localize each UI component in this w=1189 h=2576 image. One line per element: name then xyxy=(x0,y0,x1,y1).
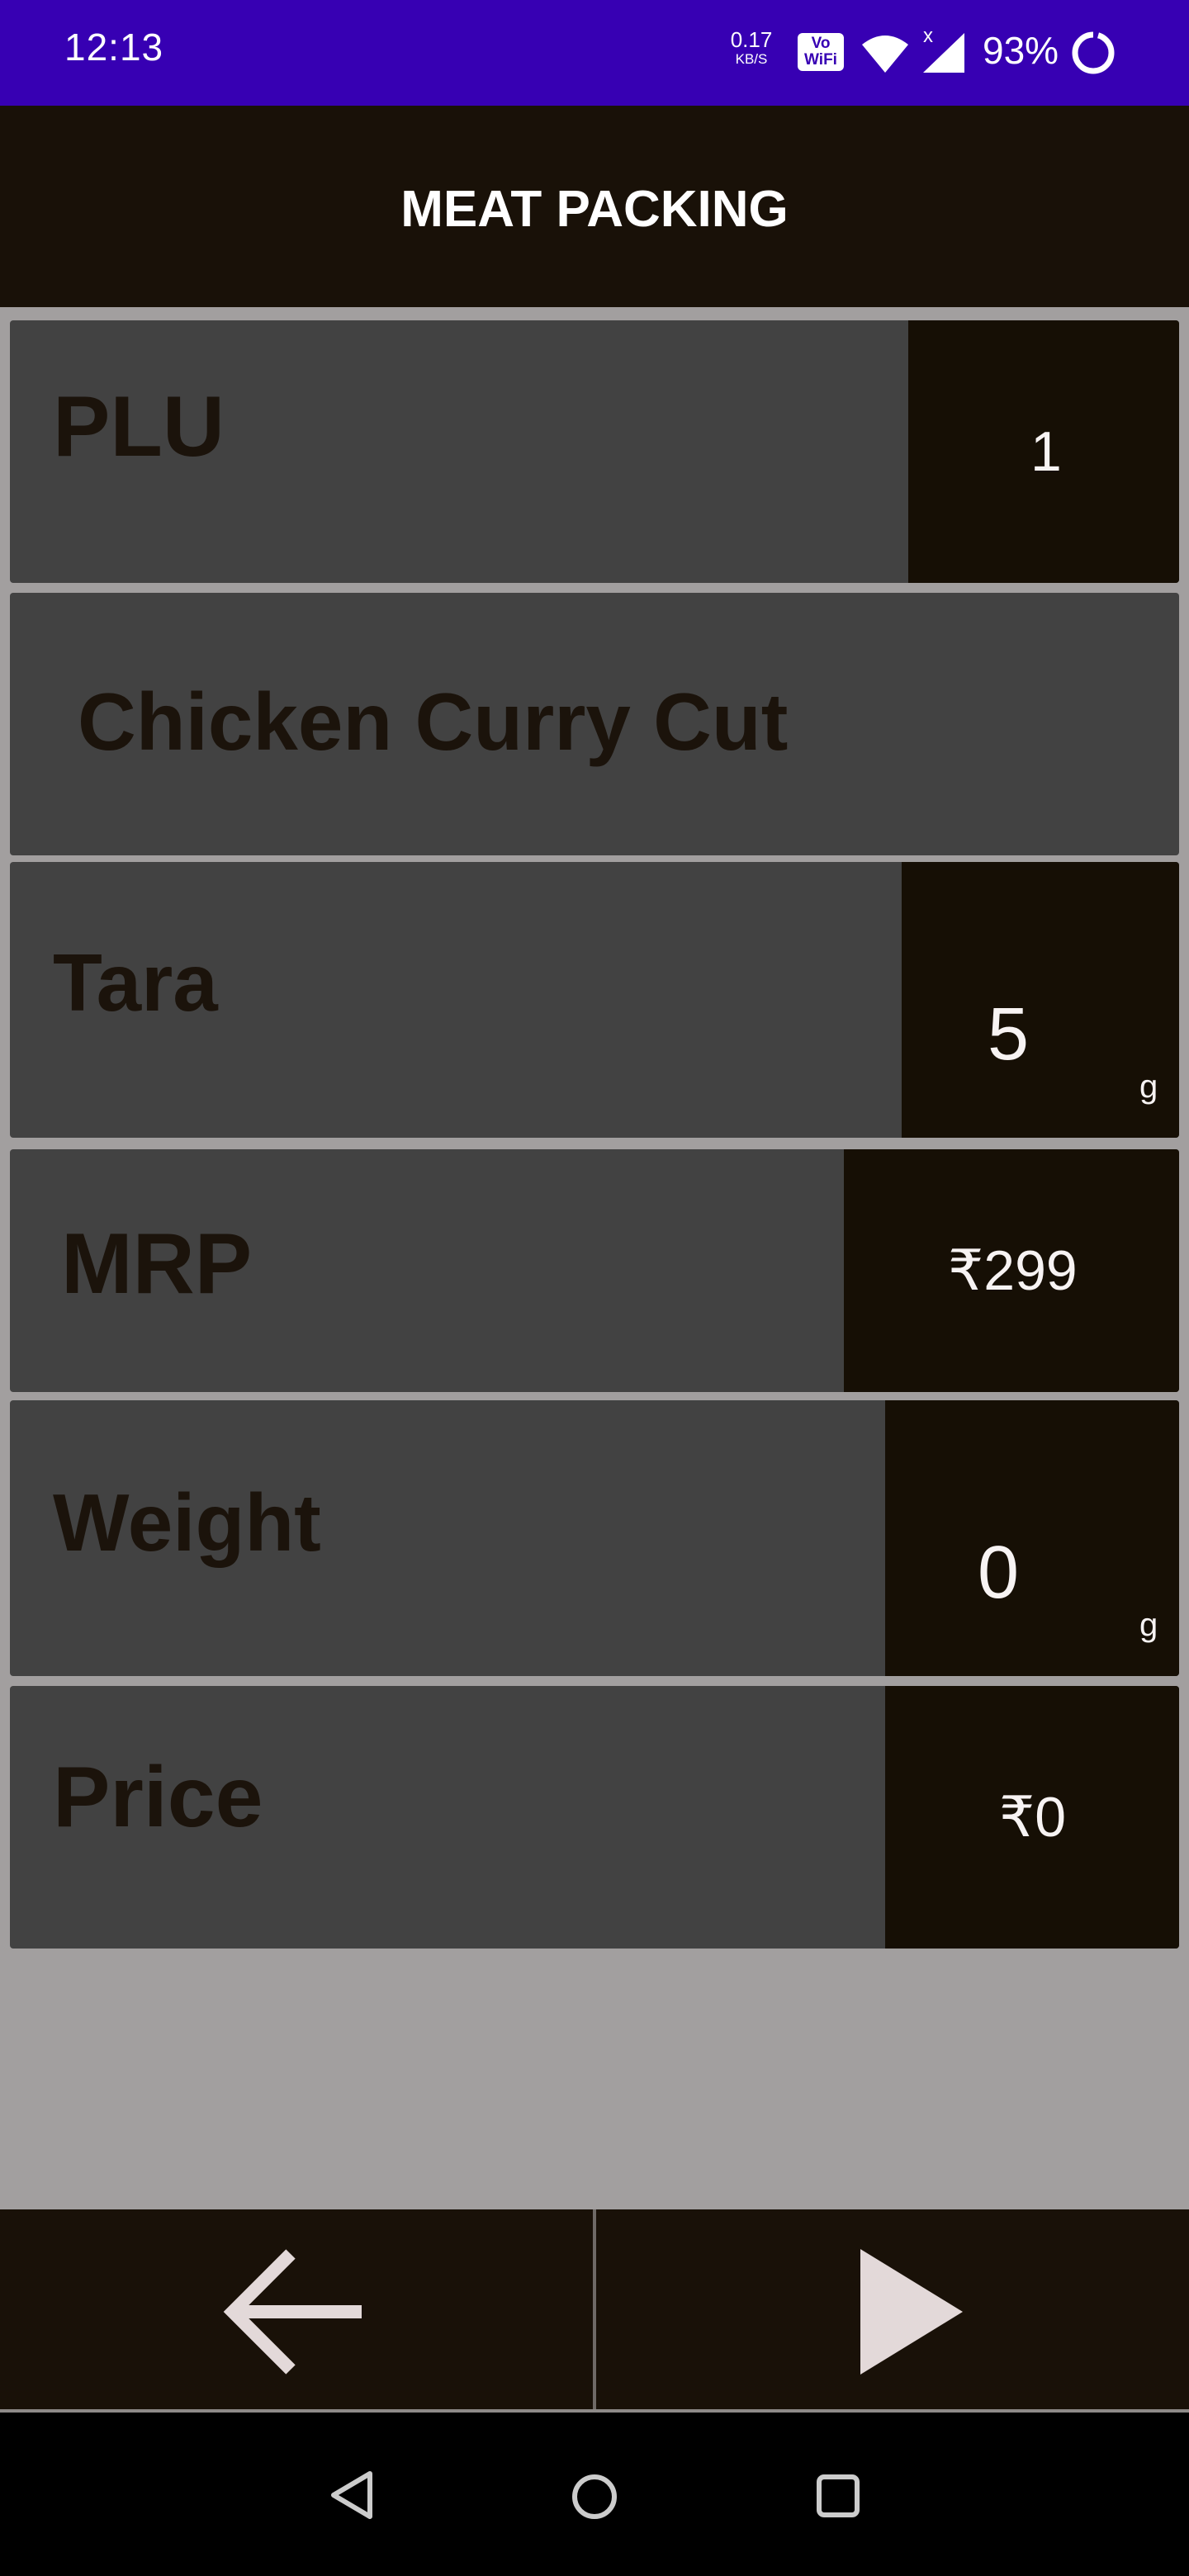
triangle-back-icon[interactable] xyxy=(327,2469,377,2522)
price-label: Price xyxy=(53,1750,263,1845)
back-button[interactable] xyxy=(0,2209,593,2411)
arrow-left-icon xyxy=(223,2249,362,2375)
price-value-box[interactable]: ₹0 xyxy=(885,1686,1179,1949)
status-bar: 12:13 0.17 KB/S Vo WiFi x 93% xyxy=(0,0,1189,106)
weight-label: Weight xyxy=(53,1477,321,1568)
battery-percent: 93% xyxy=(983,29,1059,72)
system-nav-bar xyxy=(0,2413,1189,2576)
mrp-value: ₹299 xyxy=(948,1239,1078,1302)
wifi-icon xyxy=(862,36,908,73)
signal-icon xyxy=(923,33,964,73)
play-icon xyxy=(860,2249,963,2375)
app-bar: MEAT PACKING xyxy=(0,106,1189,307)
circle-home-icon[interactable] xyxy=(570,2472,619,2522)
plu-row[interactable]: PLU 1 xyxy=(10,320,1179,583)
square-recents-icon[interactable] xyxy=(814,2472,864,2522)
tara-value-box[interactable]: 5 g xyxy=(902,862,1179,1138)
product-name-row[interactable]: Chicken Curry Cut xyxy=(10,593,1179,855)
page-title: MEAT PACKING xyxy=(400,181,789,238)
tara-unit: g xyxy=(1139,1068,1158,1105)
weight-value: 0 xyxy=(978,1532,1020,1614)
plu-label: PLU xyxy=(53,379,225,475)
weight-row[interactable]: Weight 0 g xyxy=(10,1400,1179,1676)
vowifi-icon: Vo WiFi xyxy=(798,33,844,71)
tara-label: Tara xyxy=(53,937,218,1028)
plu-value: 1 xyxy=(1030,420,1062,483)
net-speed: 0.17 KB/S xyxy=(725,27,778,69)
mrp-row[interactable]: MRP ₹299 xyxy=(10,1149,1179,1392)
weight-unit: g xyxy=(1139,1607,1158,1643)
tara-row[interactable]: Tara 5 g xyxy=(10,862,1179,1138)
tara-value: 5 xyxy=(988,993,1030,1076)
price-row[interactable]: Price ₹0 xyxy=(10,1686,1179,1949)
mrp-label: MRP xyxy=(61,1216,253,1312)
bottom-action-bar xyxy=(0,2209,1189,2411)
battery-icon xyxy=(1072,31,1115,74)
net-speed-value: 0.17 xyxy=(730,27,773,52)
status-time: 12:13 xyxy=(64,26,164,69)
net-speed-unit: KB/S xyxy=(735,51,768,67)
plu-value-box[interactable]: 1 xyxy=(908,320,1179,583)
price-value: ₹0 xyxy=(999,1786,1067,1849)
next-button[interactable] xyxy=(596,2209,1189,2411)
weight-value-box[interactable]: 0 g xyxy=(885,1400,1179,1676)
product-name: Chicken Curry Cut xyxy=(78,676,789,767)
mrp-value-box[interactable]: ₹299 xyxy=(844,1149,1179,1392)
